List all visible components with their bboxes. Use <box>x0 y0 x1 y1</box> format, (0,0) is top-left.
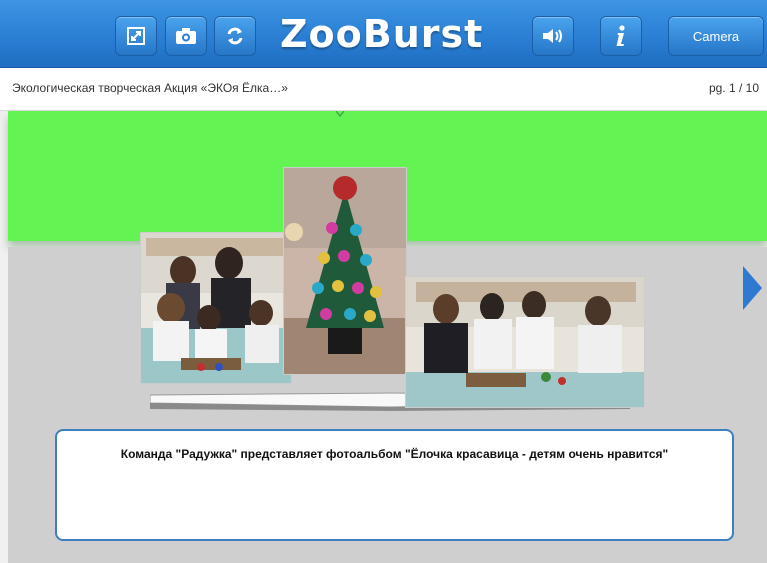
fullscreen-icon <box>127 27 145 45</box>
book-header: Экологическая творческая Акция «ЭКОя Ёлк… <box>0 68 767 111</box>
info-button[interactable] <box>600 16 642 56</box>
next-page-arrow-icon[interactable] <box>740 263 764 313</box>
photo-center <box>283 167 407 375</box>
caption-text: Команда "Радужка" представляет фотоальбо… <box>120 447 669 461</box>
rotate-button[interactable] <box>214 16 256 56</box>
zooburst-logo: ZooBurst <box>280 12 484 56</box>
camera-button[interactable]: Camera <box>668 16 764 56</box>
chevron-down-icon <box>336 111 344 117</box>
photo-camera-icon <box>176 28 196 44</box>
snapshot-button[interactable] <box>165 16 207 56</box>
photo-left <box>140 232 292 384</box>
book-title: Экологическая творческая Акция «ЭКОя Ёлк… <box>12 81 288 95</box>
sound-icon <box>543 29 562 43</box>
sound-button[interactable] <box>532 16 574 56</box>
info-icon <box>616 25 625 46</box>
caption-box: Команда "Радужка" представляет фотоальбо… <box>55 429 734 541</box>
top-toolbar: ZooBurst Camera <box>0 0 767 68</box>
page-indicator: pg. 1 / 10 <box>708 81 759 95</box>
photo-right <box>405 276 645 408</box>
refresh-icon <box>227 27 243 45</box>
fullscreen-button[interactable] <box>115 16 157 56</box>
